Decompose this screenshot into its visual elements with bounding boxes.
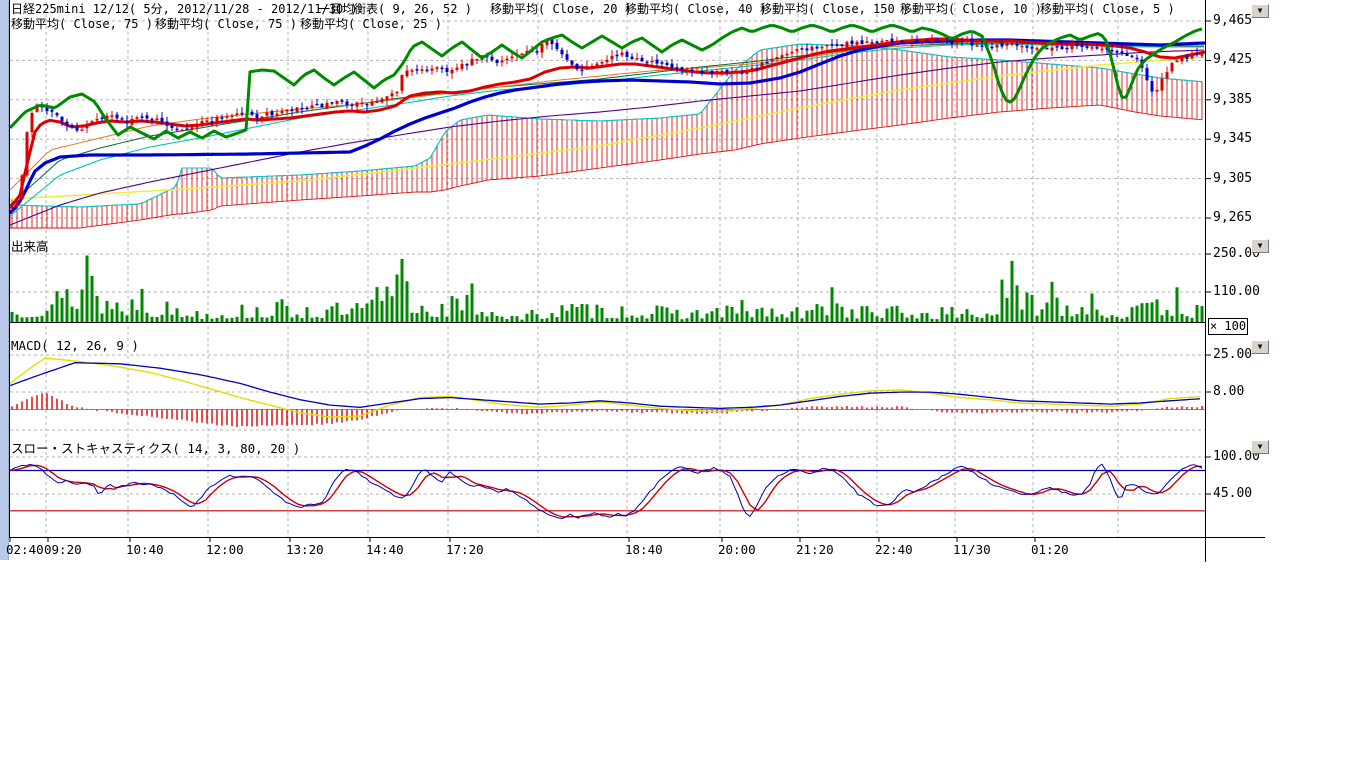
macd-panel-label: MACD( 12, 26, 9 ) [11,338,139,353]
chevron-down-icon: ▼ [1258,342,1263,351]
time-tick-label: 21:20 [796,542,834,557]
price-scale-dropdown-button[interactable]: ▼ [1251,4,1269,18]
chart-canvas [0,0,1366,768]
time-tick-label: 14:40 [366,542,404,557]
time-tick-label: 13:20 [286,542,324,557]
indicator-label: 移動平均( Close, 75 ) [11,17,153,31]
volume-panel-label: 出来高 [11,236,49,255]
time-tick-label: 17:20 [446,542,484,557]
time-tick-label: 01:20 [1031,542,1069,557]
macd-scale-dropdown-button[interactable]: ▼ [1251,340,1269,354]
stochastics-panel-label: スロー・ストキャスティクス( 14, 3, 80, 20 ) [11,438,300,457]
macd-tick-label: 25.00 [1213,347,1252,362]
indicator-label: 日経225mini 12/12( 5分, 2012/11/28 - 2012/1… [11,2,358,16]
indicator-label: 移動平均( Close, 5 ) [1040,2,1175,16]
time-tick-label: 18:40 [625,542,663,557]
indicator-label: 移動平均( Close, 150 ) [760,2,909,16]
price-tick-label: 9,345 [1213,131,1252,146]
price-tick-label: 9,425 [1213,52,1252,67]
time-tick-label: 12:00 [206,542,244,557]
time-tick-label: 10:40 [126,542,164,557]
stochastics-panel [10,464,1205,518]
time-tick-label: 02:40 [6,542,44,557]
price-tick-label: 9,265 [1213,210,1252,225]
indicator-label: 移動平均( Close, 10 ) [900,2,1042,16]
ichimoku-cloud [10,44,1202,228]
volume-scale-dropdown-button[interactable]: ▼ [1251,239,1269,253]
price-tick-label: 9,305 [1213,171,1252,186]
indicator-header-row1: 日経225mini 12/12( 5分, 2012/11/28 - 2012/1… [0,2,1366,17]
time-tick-label: 09:20 [44,542,82,557]
volume-multiplier-badge: × 100 [1208,318,1248,335]
indicator-label: 移動平均( Close, 40 ) [625,2,767,16]
volume-bars [11,256,1204,323]
price-tick-label: 9,465 [1213,13,1252,28]
indicator-label: 移動平均( Close, 75 ) [155,17,297,31]
volume-tick-label: 110.00 [1213,284,1260,299]
indicator-label: 移動平均( Close, 20 ) [490,2,632,16]
stochastics-tick-label: 45.00 [1213,486,1252,501]
indicator-label: 一目均衡表( 9, 26, 52 ) [318,2,472,16]
time-tick-label: 11/30 [953,542,991,557]
chevron-down-icon: ▼ [1258,6,1263,15]
indicator-label: 移動平均( Close, 25 ) [300,17,442,31]
indicator-header-row2: 移動平均( Close, 75 )移動平均( Close, 75 )移動平均( … [0,17,1366,32]
chevron-down-icon: ▼ [1258,241,1263,250]
time-tick-label: 22:40 [875,542,913,557]
chevron-down-icon: ▼ [1258,442,1263,451]
trading-chart-window: 日経225mini 12/12( 5分, 2012/11/28 - 2012/1… [0,0,1366,768]
macd-panel [10,358,1205,427]
time-tick-label: 20:00 [718,542,756,557]
price-tick-label: 9,385 [1213,92,1252,107]
macd-tick-label: 8.00 [1213,384,1244,399]
stochastics-scale-dropdown-button[interactable]: ▼ [1251,440,1269,454]
